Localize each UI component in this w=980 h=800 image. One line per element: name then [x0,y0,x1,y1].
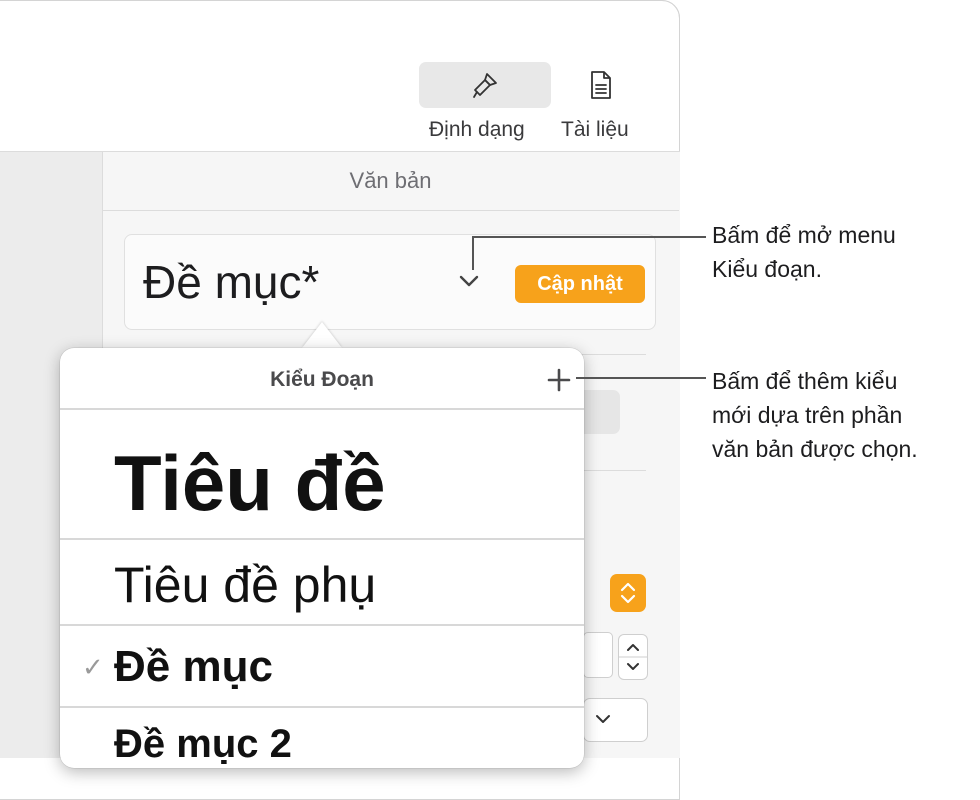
callout-line-text: Bấm để thêm kiểu [712,368,898,394]
style-item-label: Đề mục [114,642,273,691]
paragraph-style-name[interactable]: Đề mục* [143,255,319,309]
style-item-label: Đề mục 2 [114,722,292,766]
style-select[interactable] [583,698,648,742]
style-item-heading[interactable]: ✓ Đề mục [60,626,584,706]
callout-menu: Bấm để mở menu Kiểu đoạn. [712,218,896,286]
style-menu-button[interactable] [457,273,481,294]
updown-chevron-icon [620,582,636,604]
font-size-stepper[interactable] [610,574,646,612]
chevron-down-icon [459,275,479,287]
style-item-label: Tiêu đề [114,439,386,527]
callout-line-text: Bấm để mở menu [712,222,896,248]
style-item-subtitle[interactable]: Tiêu đề phụ [60,540,584,624]
callout-line-text: mới dựa trên phần [712,402,903,428]
size-stepper[interactable] [618,634,648,680]
paragraph-style-box: Đề mục* Cập nhật [124,234,656,330]
popover-divider [60,408,584,410]
callout-line [472,236,474,270]
inspector-section-title: Văn bản [349,168,432,193]
updown-chevron-icon [619,644,647,670]
paragraph-styles-popover: Kiểu Đoạn Tiêu đề Tiêu đề phụ ✓ Đề mục Đ… [60,348,584,768]
add-style-button[interactable] [546,367,572,393]
update-style-button[interactable]: Cập nhật [515,265,645,303]
popover-title: Kiểu Đoạn [270,368,374,391]
callout-line-text: Kiểu đoạn. [712,256,822,282]
popover-arrow [302,322,342,348]
style-item-heading-2[interactable]: Đề mục 2 [60,708,584,778]
callout-line [472,236,706,238]
inspector-divider [102,210,679,211]
size-field[interactable] [583,632,613,678]
style-item-label: Tiêu đề phụ [114,557,377,613]
checkmark-icon: ✓ [82,652,104,682]
plus-icon [547,368,571,392]
style-item-title[interactable]: Tiêu đề [60,428,584,538]
chevron-down-icon [596,715,610,723]
callout-line-text: văn bản được chọn. [712,436,918,462]
callout-line [576,377,706,379]
callout-add: Bấm để thêm kiểu mới dựa trên phần văn b… [712,364,918,466]
